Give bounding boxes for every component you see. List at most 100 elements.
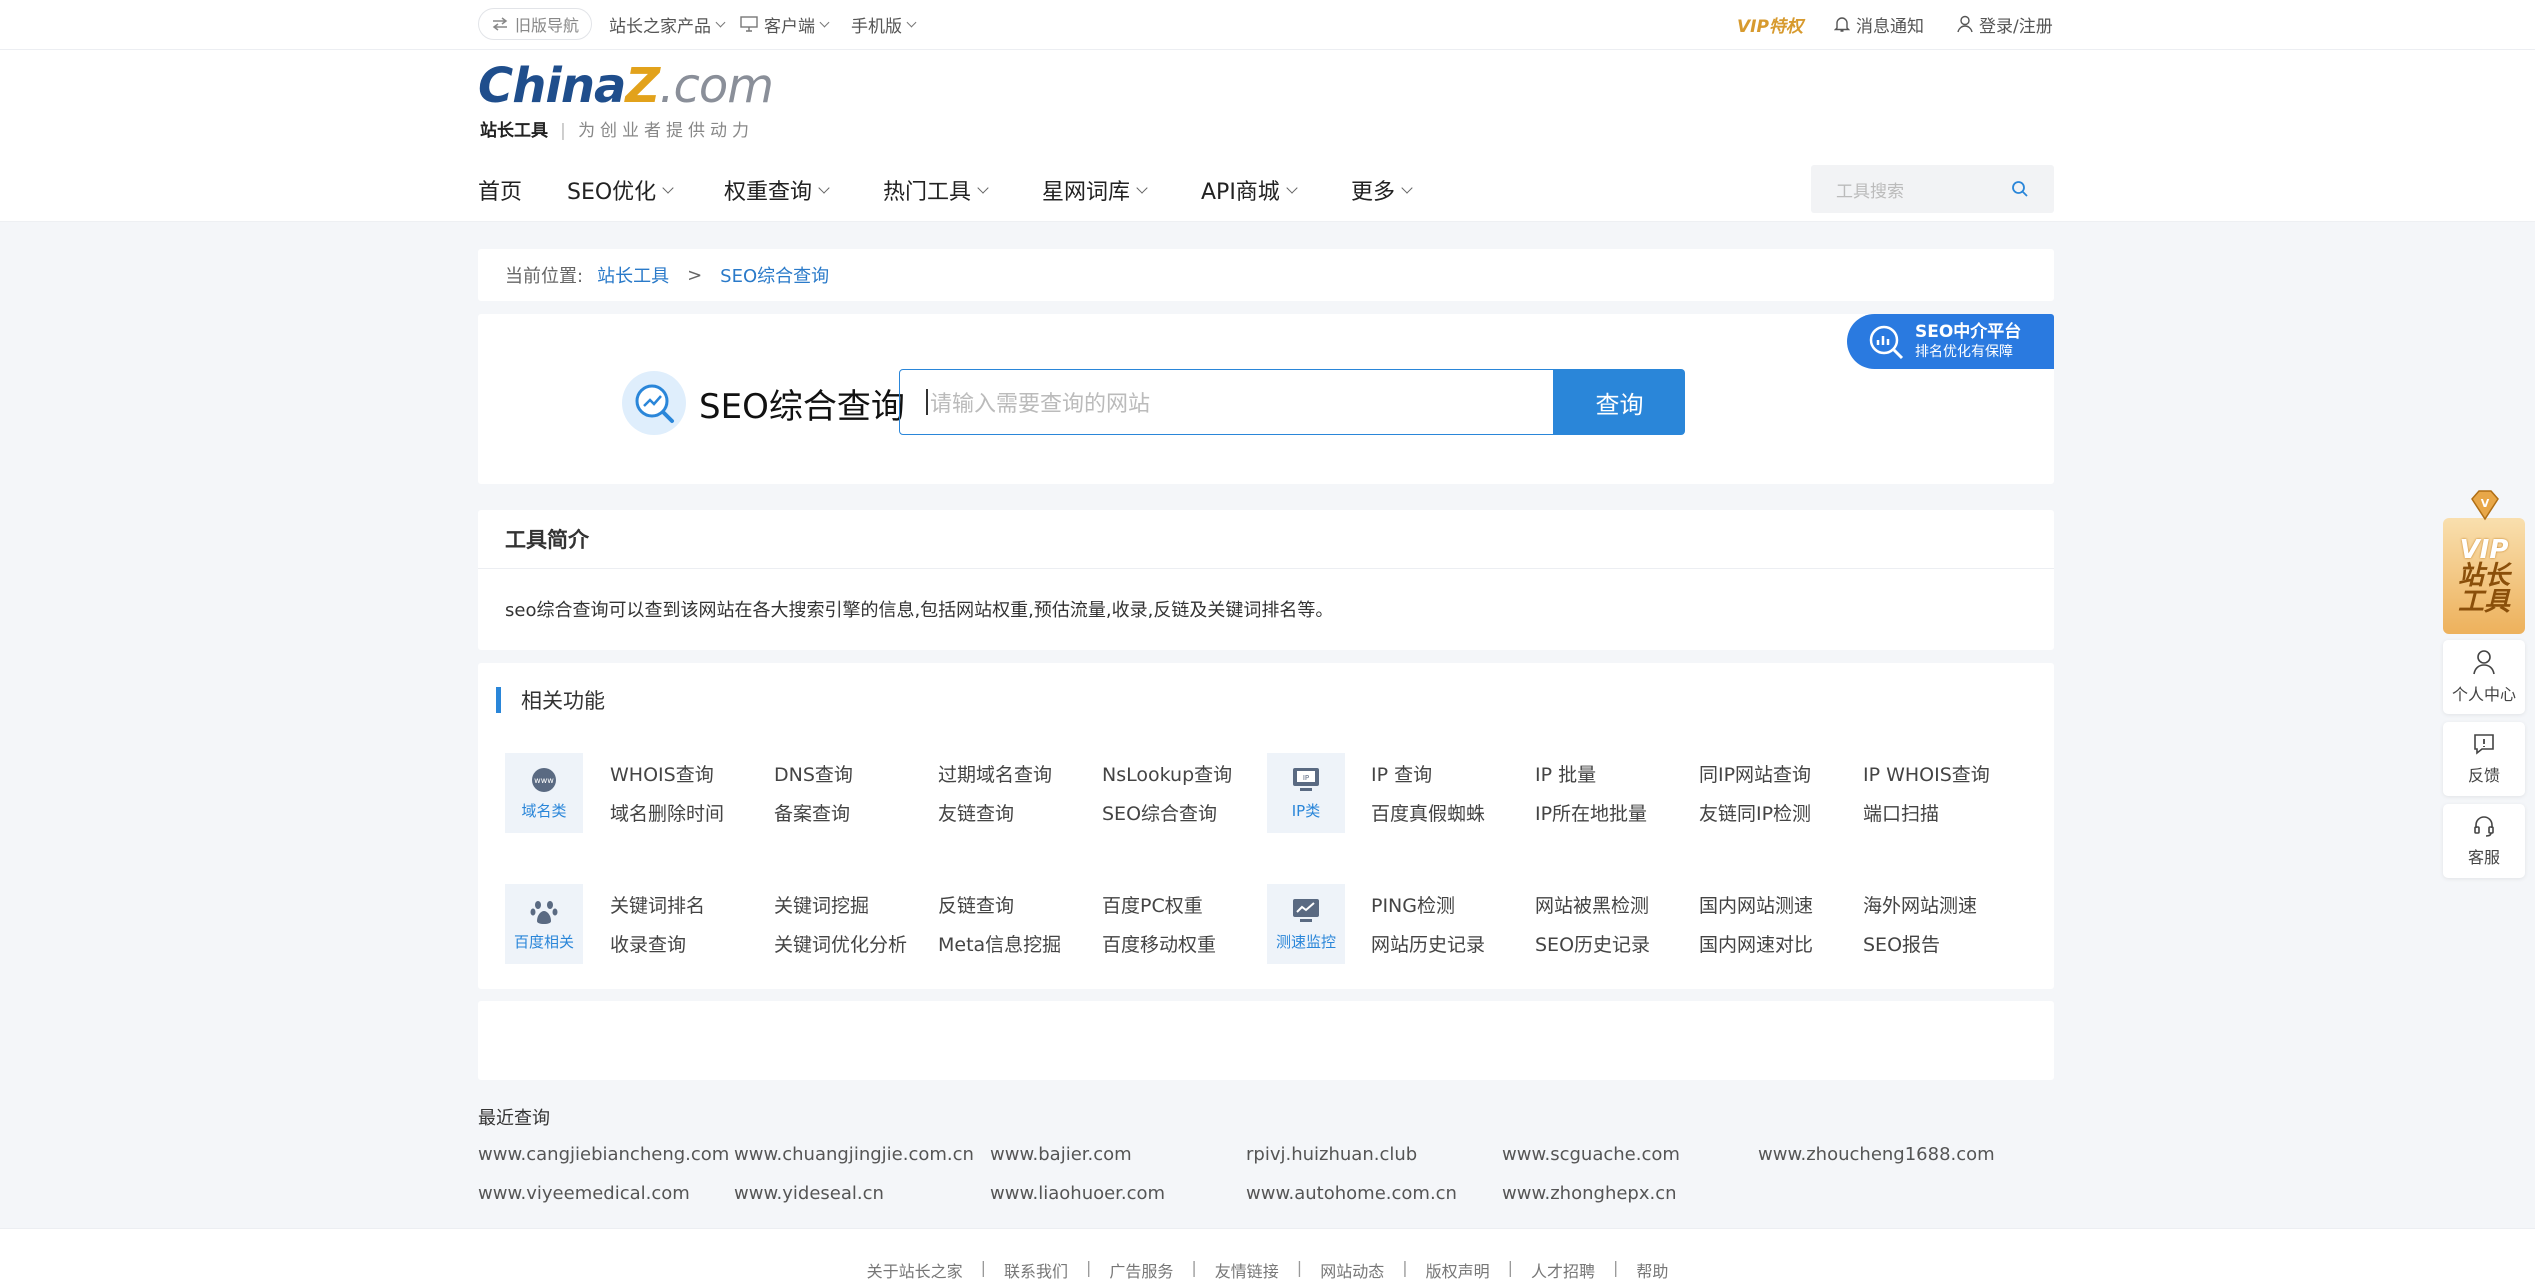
recent-query-link[interactable]: www.yideseal.cn [734, 1183, 884, 1204]
footer-link[interactable]: 友情链接 [1215, 1258, 1279, 1282]
nav-label: 热门工具 [883, 180, 972, 205]
vip-float-line: 工具 [2457, 587, 2510, 617]
nav-weight[interactable]: 权重查询 [724, 172, 830, 208]
footer-link[interactable]: 关于站长之家 [867, 1258, 963, 1282]
chevron-down-icon [819, 17, 830, 27]
function-link[interactable]: 百度移动权重 [1102, 930, 1216, 957]
recent-query-link[interactable]: www.scguache.com [1502, 1144, 1680, 1165]
footer-link[interactable]: 版权声明 [1426, 1258, 1490, 1282]
function-link[interactable]: Meta信息挖掘 [938, 930, 1061, 957]
breadcrumb-home-link[interactable]: 站长工具 [597, 262, 669, 288]
function-link[interactable]: 国内网速对比 [1699, 930, 1813, 957]
category-baidu[interactable]: 百度相关 [505, 884, 583, 964]
function-link[interactable]: 友链同IP检测 [1699, 799, 1811, 826]
function-link[interactable]: SEO综合查询 [1102, 799, 1217, 826]
nav-hot-tools[interactable]: 热门工具 [883, 172, 989, 208]
function-link[interactable]: 百度真假蜘蛛 [1371, 799, 1485, 826]
function-link[interactable]: 备案查询 [774, 799, 850, 826]
recent-query-link[interactable]: www.liaohuoer.com [990, 1183, 1165, 1204]
function-link[interactable]: 过期域名查询 [938, 760, 1052, 787]
nav-home[interactable]: 首页 [478, 172, 522, 208]
function-link[interactable]: SEO报告 [1863, 930, 1940, 957]
text-cursor [926, 389, 928, 415]
function-link[interactable]: 收录查询 [610, 930, 686, 957]
footer-link[interactable]: 联系我们 [1004, 1258, 1068, 1282]
site-logo[interactable]: ChinaZ.com [478, 58, 774, 114]
recent-query-link[interactable]: www.zhonghepx.cn [1502, 1183, 1677, 1204]
vip-float-line: 站长 [2457, 561, 2510, 591]
search-icon[interactable] [2011, 180, 2029, 198]
function-link[interactable]: 关键词挖掘 [774, 891, 869, 918]
client-menu[interactable]: 客户端 [740, 0, 830, 48]
function-link[interactable]: 海外网站测速 [1863, 891, 1977, 918]
category-ip[interactable]: IP IP类 [1267, 753, 1345, 833]
svg-text:www: www [534, 776, 554, 785]
recent-query-link[interactable]: www.autohome.com.cn [1246, 1183, 1457, 1204]
function-link[interactable]: 网站被黑检测 [1535, 891, 1649, 918]
function-link[interactable]: DNS查询 [774, 760, 853, 787]
footer-separator: | [1613, 1258, 1619, 1277]
function-link[interactable]: NsLookup查询 [1102, 760, 1232, 787]
function-link[interactable]: 域名删除时间 [610, 799, 724, 826]
function-link[interactable]: PING检测 [1371, 891, 1455, 918]
personal-center-button[interactable]: 个人中心 [2443, 640, 2525, 714]
logo-slogan: 为创业者提供动力 [578, 121, 755, 141]
function-link[interactable]: IP 批量 [1535, 760, 1596, 787]
vip-privilege-link[interactable]: VIP特权 [1737, 0, 1803, 48]
svg-text:V: V [2481, 497, 2490, 510]
recent-query-link[interactable]: www.viyeemedical.com [478, 1183, 690, 1204]
old-nav-button[interactable]: 旧版导航 [478, 8, 593, 40]
query-button[interactable]: 查询 [1554, 369, 1685, 435]
footer-link[interactable]: 帮助 [1636, 1258, 1668, 1282]
feedback-button[interactable]: 反馈 [2443, 722, 2525, 796]
function-link[interactable]: 百度PC权重 [1102, 891, 1203, 918]
function-link[interactable]: 网站历史记录 [1371, 930, 1485, 957]
tool-search-input[interactable]: 工具搜索 [1811, 165, 2054, 213]
site-url-input[interactable]: 请输入需要查询的网站 [899, 369, 1554, 435]
recent-query-link[interactable]: www.zhoucheng1688.com [1758, 1144, 1995, 1165]
user-icon [1957, 15, 1973, 33]
nav-more[interactable]: 更多 [1351, 172, 1413, 208]
footer-link[interactable]: 网站动态 [1320, 1258, 1384, 1282]
recent-query-link[interactable]: www.chuangjingjie.com.cn [734, 1144, 974, 1165]
nav-api[interactable]: API商城 [1201, 172, 1298, 208]
function-link[interactable]: 反链查询 [938, 891, 1014, 918]
footer-link[interactable]: 人才招聘 [1531, 1258, 1595, 1282]
nav-label: 权重查询 [724, 180, 813, 205]
vip-tools-float[interactable]: VIP 站长 工具 [2443, 518, 2525, 634]
nav-keywords[interactable]: 星网词库 [1042, 172, 1148, 208]
function-link[interactable]: 同IP网站查询 [1699, 760, 1811, 787]
function-link[interactable]: WHOIS查询 [610, 760, 714, 787]
site-url-placeholder: 请输入需要查询的网站 [930, 392, 1151, 417]
function-link[interactable]: 关键词排名 [610, 891, 705, 918]
seo-agency-badge[interactable]: SEO中介平台 排名优化有保障 [1847, 314, 2054, 369]
notify-link[interactable]: 消息通知 [1834, 0, 1924, 48]
recent-query-link[interactable]: rpivj.huizhuan.club [1246, 1144, 1417, 1165]
function-link[interactable]: IP WHOIS查询 [1863, 760, 1990, 787]
category-domain[interactable]: www 域名类 [505, 753, 583, 833]
breadcrumb-prefix: 当前位置: [505, 266, 584, 287]
badge-subtitle: 排名优化有保障 [1915, 343, 2013, 360]
products-menu[interactable]: 站长之家产品 [609, 0, 726, 48]
category-label: IP类 [1291, 801, 1321, 820]
function-link[interactable]: IP所在地批量 [1535, 799, 1647, 826]
function-link[interactable]: SEO历史记录 [1535, 930, 1650, 957]
function-link[interactable]: 国内网站测速 [1699, 891, 1813, 918]
footer-link[interactable]: 广告服务 [1109, 1258, 1173, 1282]
old-nav-label: 旧版导航 [515, 16, 580, 35]
swap-icon [492, 17, 508, 31]
recent-query-link[interactable]: www.cangjiebiancheng.com [478, 1144, 729, 1165]
function-link[interactable]: IP 查询 [1371, 760, 1432, 787]
category-speed-monitor[interactable]: 测速监控 [1267, 884, 1345, 964]
function-link[interactable]: 端口扫描 [1863, 799, 1939, 826]
recent-query-link[interactable]: www.bajier.com [990, 1144, 1132, 1165]
products-label: 站长之家产品 [609, 16, 711, 37]
client-label: 客户端 [764, 16, 815, 37]
login-link[interactable]: 登录/注册 [1957, 0, 2053, 48]
breadcrumb-current[interactable]: SEO综合查询 [720, 262, 829, 288]
function-link[interactable]: 友链查询 [938, 799, 1014, 826]
customer-service-button[interactable]: 客服 [2443, 804, 2525, 878]
function-link[interactable]: 关键词优化分析 [774, 930, 907, 957]
mobile-menu[interactable]: 手机版 [851, 0, 917, 48]
nav-seo[interactable]: SEO优化 [567, 172, 674, 208]
